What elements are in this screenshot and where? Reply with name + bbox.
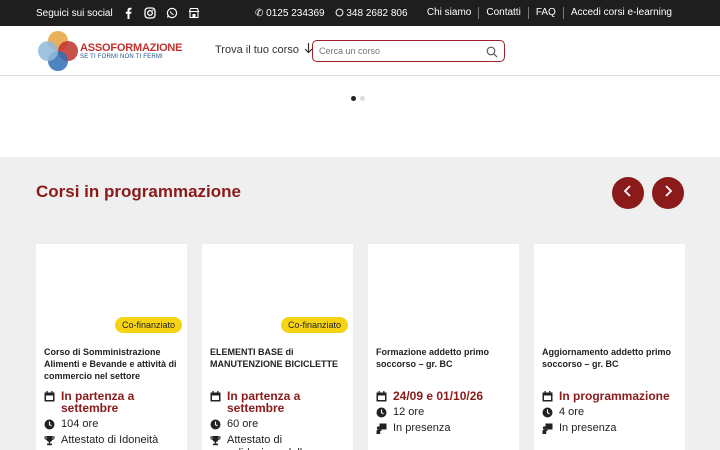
course-title[interactable]: ELEMENTI BASE di MANUTENZIONE BICICLETTE [210,346,345,370]
whatsapp-icon[interactable] [165,6,179,20]
site-header: ASSOFORMAZIONE SE TI FORMI NON TI FERMI … [0,26,720,76]
course-card[interactable]: Co-finanziato ELEMENTI BASE di MANUTENZI… [202,244,353,450]
carousel-dot-2[interactable] [360,96,365,101]
course-date-row: 24/09 e 01/10/26 [376,390,483,402]
trophy-icon [210,435,221,446]
clock-icon [542,407,553,418]
course-finder-toggle[interactable]: Trova il tuo corso [215,43,313,57]
course-extra-row: Attestato di validazione delle [210,434,337,450]
calendar-icon [376,391,387,402]
cofinanced-badge: Co-finanziato [280,317,348,333]
classroom-icon [542,423,553,434]
course-hours-row: 60 ore [210,418,258,431]
cofinanced-badge: Co-finanziato [114,317,182,333]
prev-button[interactable] [612,177,644,209]
course-certificate: Attestato di Idoneità [61,434,159,446]
nav-link-chi-siamo[interactable]: Chi siamo [420,7,478,19]
chevron-left-icon [623,184,633,202]
course-mode: In presenza [393,422,451,434]
courses-carousel: Co-finanziato Corso di Somministrazione … [0,229,720,450]
phone-numbers: ✆ 0125 234369 348 2682 806 [255,0,408,26]
instagram-icon[interactable] [143,6,157,20]
clock-icon [376,407,387,418]
course-mode: In presenza [559,422,617,434]
course-date: In programmazione [559,389,670,403]
course-hours: 60 ore [227,418,259,430]
search-icon[interactable] [486,45,498,58]
course-card[interactable]: Aggiornamento addetto primo soccorso – g… [534,244,685,450]
course-date: In partenza a settembre [61,389,135,415]
phone-number-2: 348 2682 806 [346,7,408,19]
nav-link-faq[interactable]: FAQ [527,7,563,19]
social-label: Seguici sui social [36,7,113,19]
store-icon[interactable] [187,6,201,20]
course-hours: 12 ore [393,406,425,418]
course-date-row: In programmazione [542,390,670,402]
facebook-icon[interactable] [121,6,135,20]
clock-icon [210,419,221,430]
section-title: Corsi in programmazione [36,182,241,201]
course-mode-row: In presenza [376,422,450,435]
course-hours-row: 4 ore [542,406,584,419]
course-hours-row: 12 ore [376,406,424,419]
course-extra-row: Attestato di Idoneità [44,434,158,447]
course-hours-row: 104 ore [44,418,98,431]
course-hours: 4 ore [559,406,585,418]
clock-icon [44,419,55,430]
phone-link[interactable]: ✆ 0125 234369 [255,8,325,19]
next-button[interactable] [652,177,684,209]
calendar-icon [542,391,553,402]
course-hours: 104 ore [61,418,99,430]
chevron-right-icon [663,184,673,202]
course-title[interactable]: Formazione addetto primo soccorso – gr. … [376,346,511,370]
phone-icon: ✆ [255,7,264,19]
course-card[interactable]: Co-finanziato Corso di Somministrazione … [36,244,187,450]
courses-section-header: Corsi in programmazione [0,157,720,229]
course-date: In partenza a settembre [227,389,301,415]
course-title[interactable]: Aggiornamento addetto primo soccorso – g… [542,346,677,370]
brand-name: ASSOFORMAZIONE [80,42,183,54]
top-bar: Seguici sui social ✆ 0125 234369 348 268… [0,0,720,26]
finder-label: Trova il tuo corso [215,44,299,56]
course-date: 24/09 e 01/10/26 [393,389,484,403]
calendar-icon [210,391,221,402]
top-nav: Chi siamo Contatti FAQ Accedi corsi e-le… [420,0,679,26]
whatsapp-small-icon [335,8,347,19]
course-certificate: Attestato di validazione delle [227,434,308,450]
brand-tagline: SE TI FORMI NON TI FERMI [80,54,163,60]
carousel-dot-1[interactable] [351,96,356,101]
carousel-dots [351,96,365,101]
classroom-icon [376,423,387,434]
course-date-row: In partenza a settembre [210,390,353,414]
search-input[interactable] [319,41,479,61]
logo[interactable]: ASSOFORMAZIONE SE TI FORMI NON TI FERMI [36,31,183,71]
hero-carousel [0,76,720,157]
calendar-icon [44,391,55,402]
course-card[interactable]: Formazione addetto primo soccorso – gr. … [368,244,519,450]
course-title[interactable]: Corso di Somministrazione Alimenti e Bev… [44,346,179,382]
search-box [312,40,505,62]
course-mode-row: In presenza [542,422,616,435]
course-date-row: In partenza a settembre [44,390,187,414]
trophy-icon [44,435,55,446]
nav-link-contatti[interactable]: Contatti [478,7,527,19]
phone-number-1: 0125 234369 [266,7,325,19]
logo-mark-icon [36,31,78,71]
social-links: Seguici sui social [36,0,201,26]
nav-link-e-learning[interactable]: Accedi corsi e-learning [562,7,679,19]
whatsapp-phone-link[interactable]: 348 2682 806 [335,8,408,19]
